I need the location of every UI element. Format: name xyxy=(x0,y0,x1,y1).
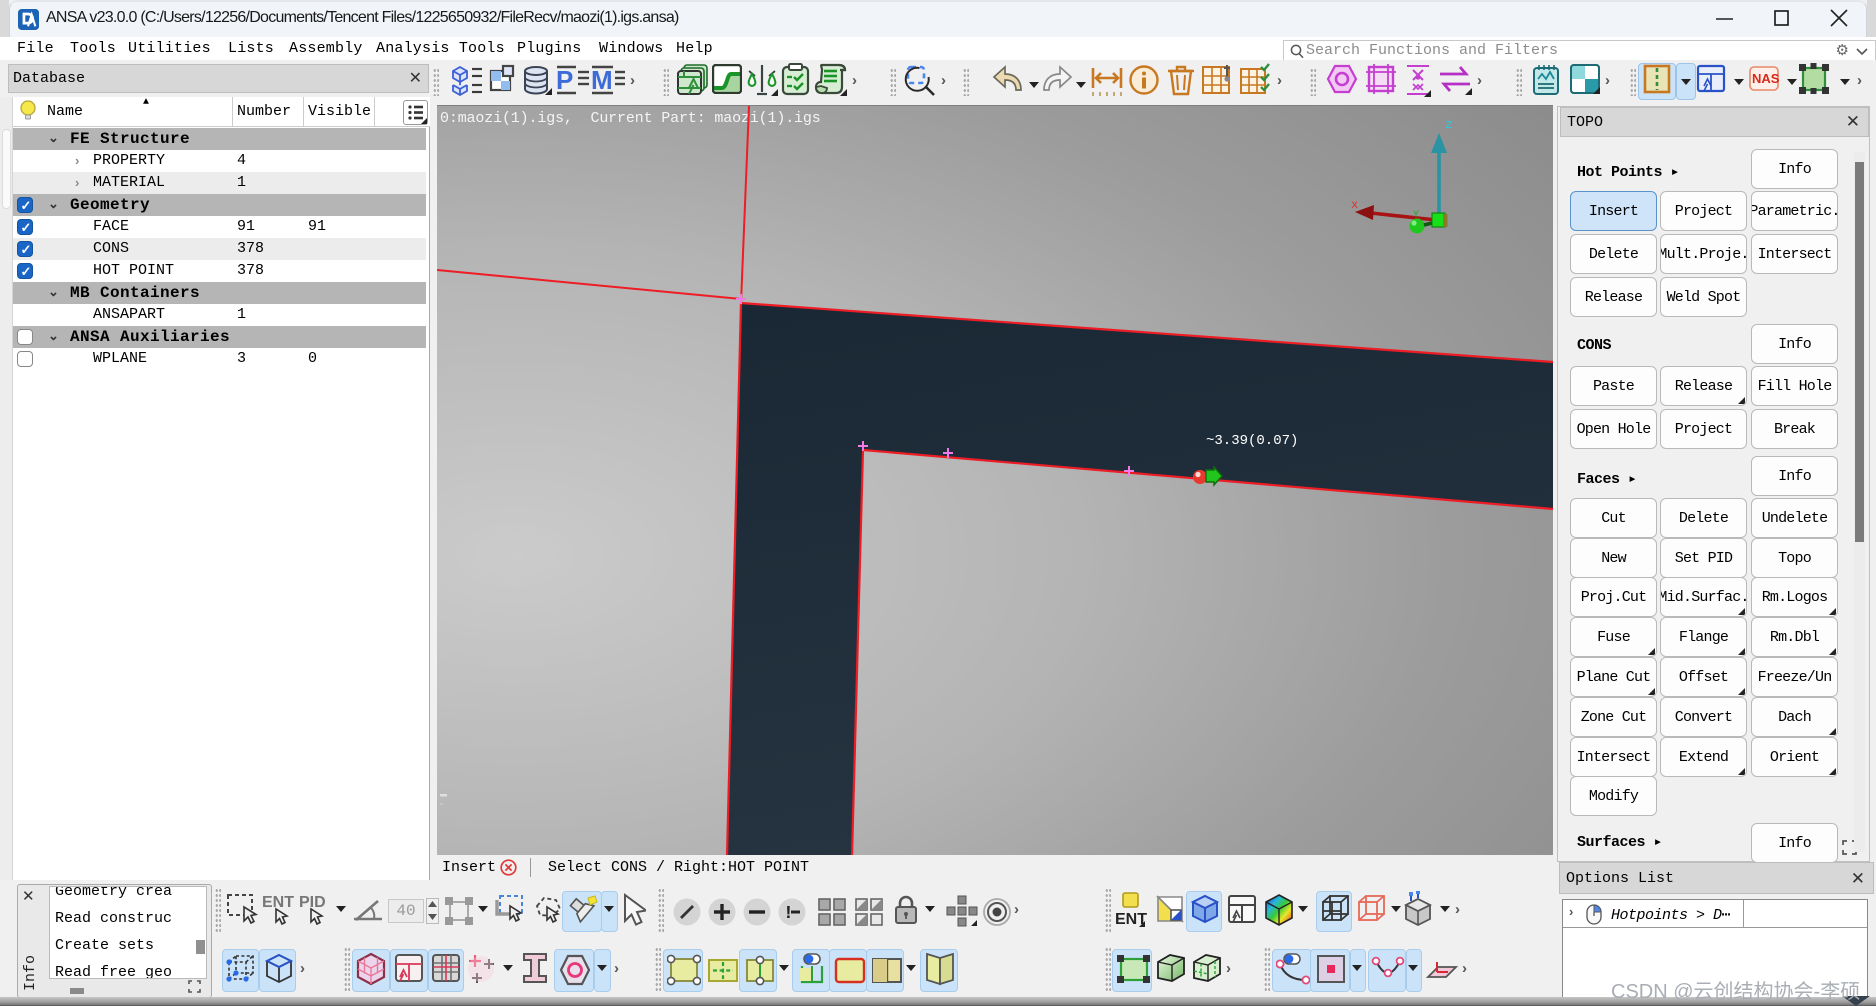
svg-text:z: z xyxy=(1445,117,1453,132)
svg-text:PID: PID xyxy=(299,894,326,911)
svg-text:P: P xyxy=(556,65,573,95)
svg-text:ENT: ENT xyxy=(262,894,294,911)
svg-text:M: M xyxy=(591,65,613,95)
svg-text:NAS: NAS xyxy=(1752,71,1779,86)
svg-text:!: ! xyxy=(783,904,794,924)
svg-text:x: x xyxy=(1351,198,1358,212)
